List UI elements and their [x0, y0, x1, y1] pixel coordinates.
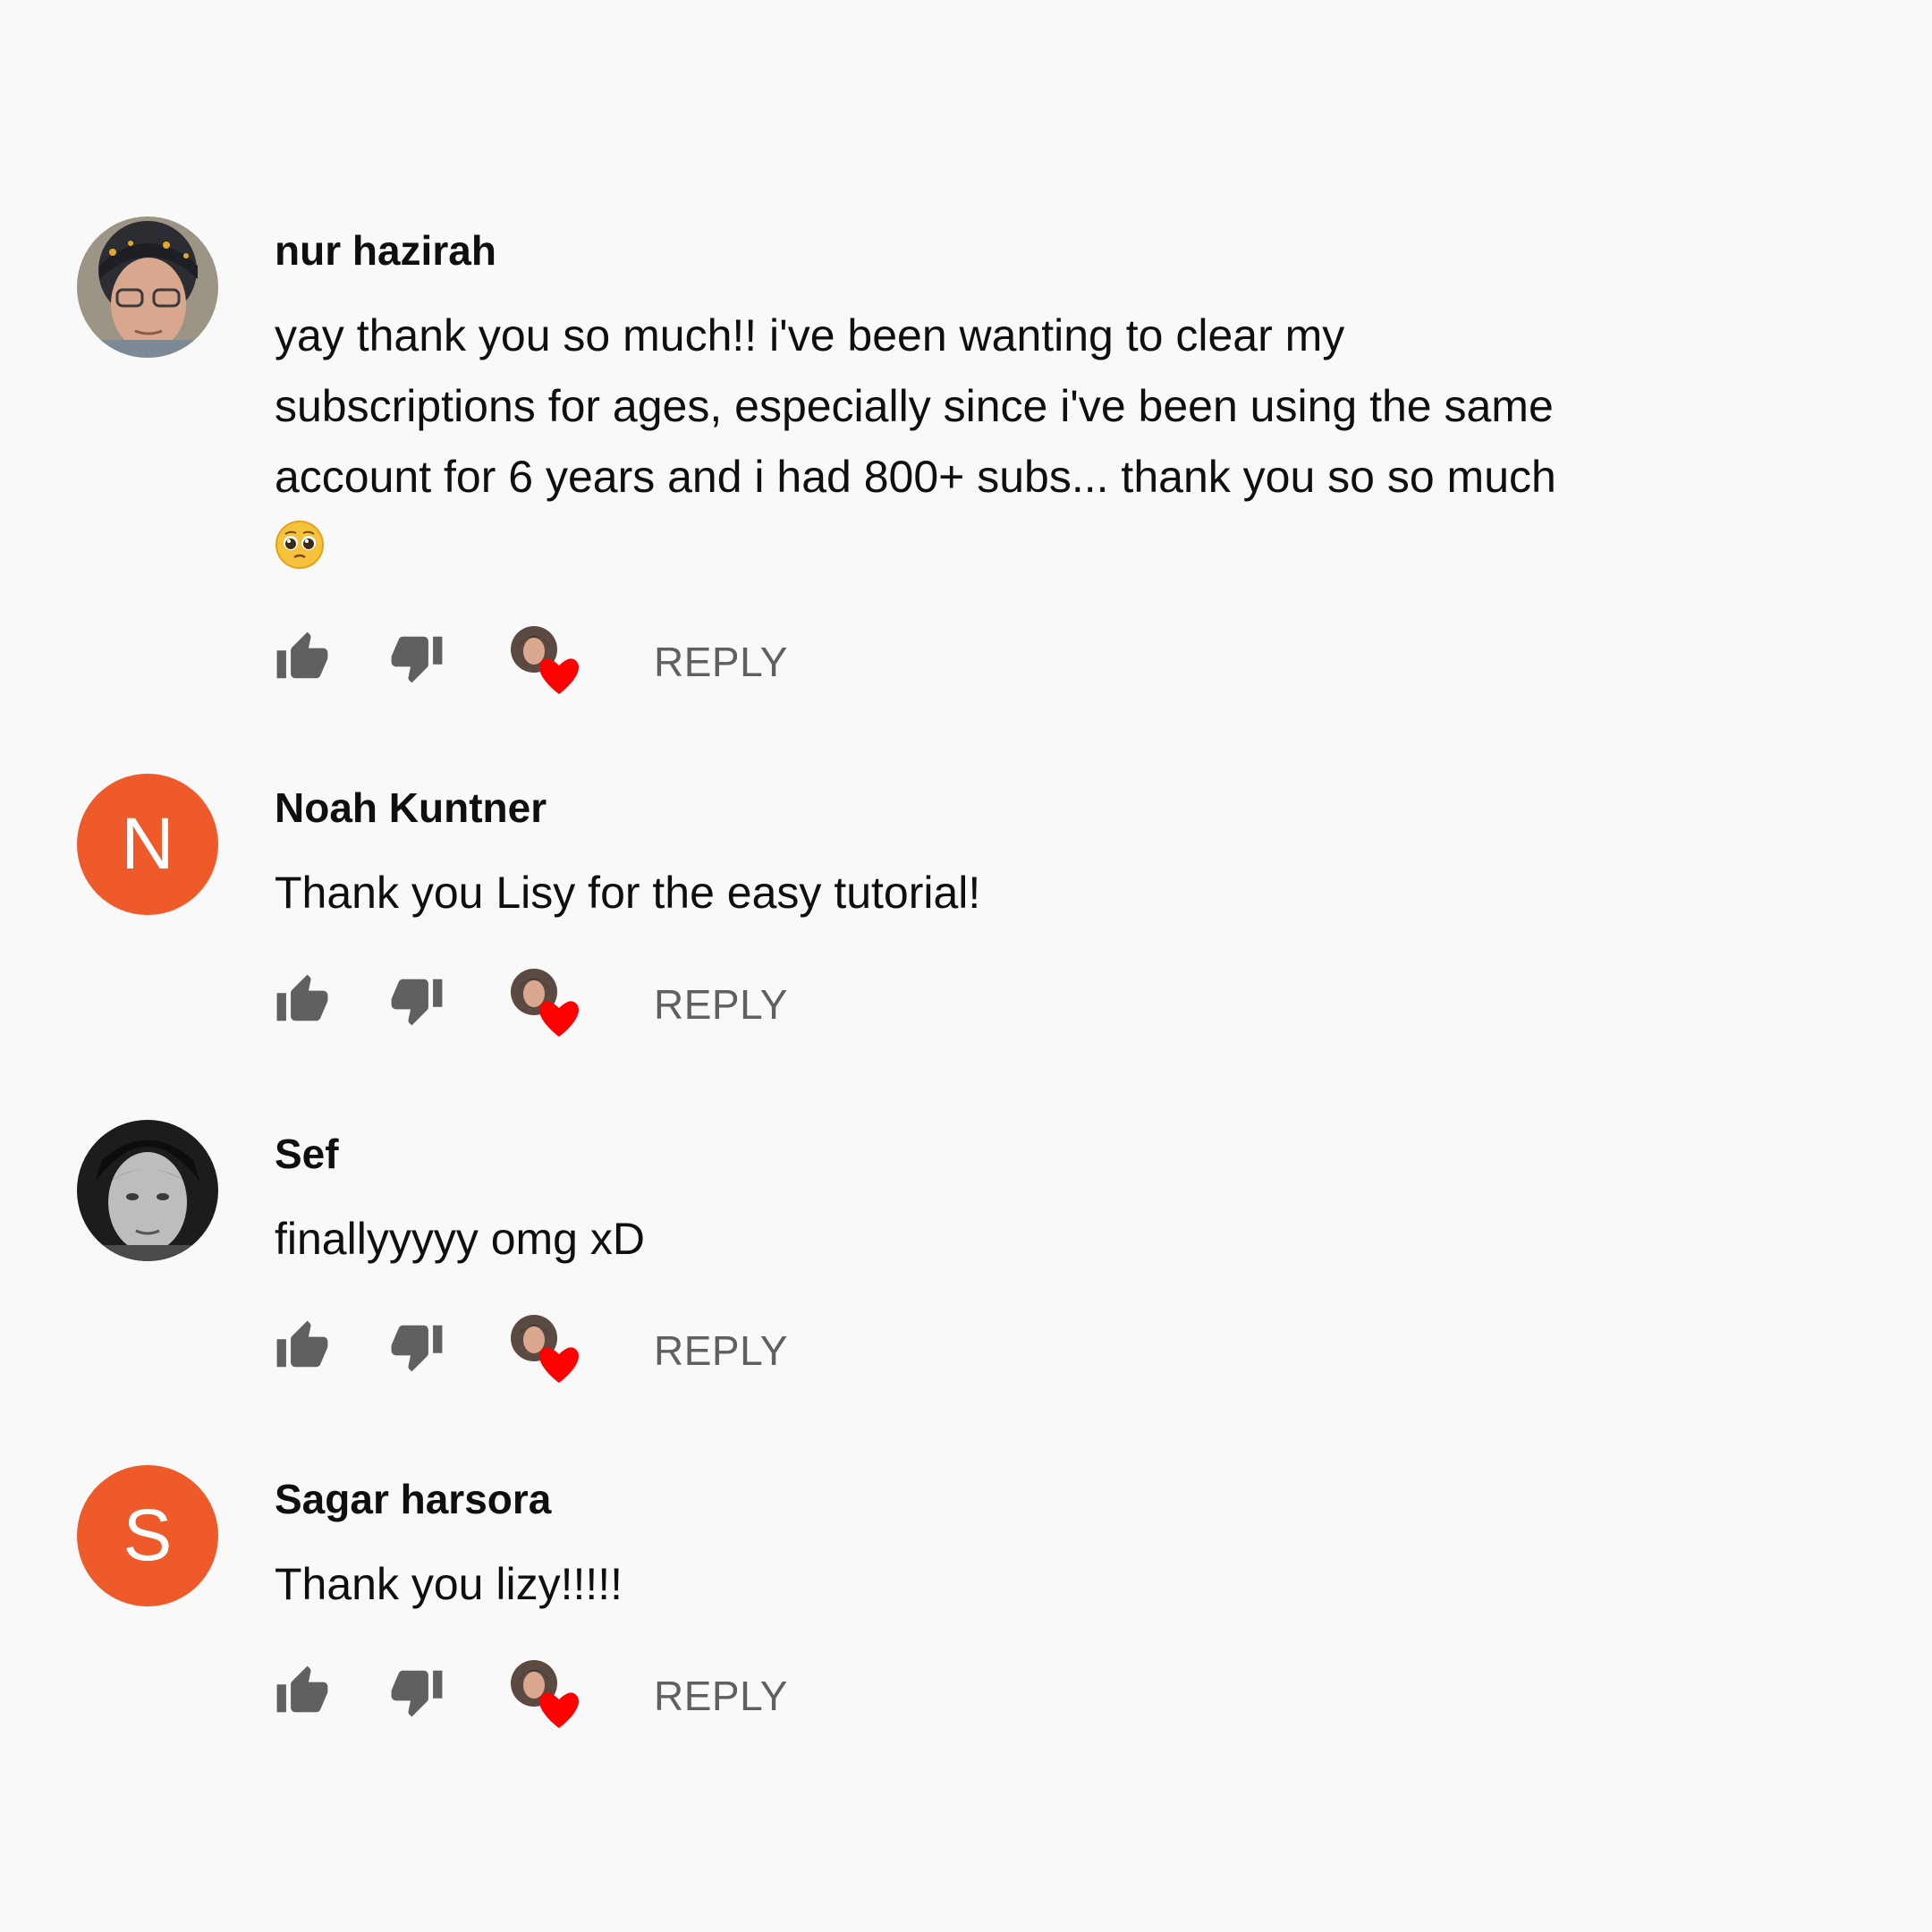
reply-button[interactable]: REPLY	[654, 637, 788, 687]
avatar-photo-sef	[77, 1120, 218, 1261]
comment-text: finallyyyyy omg xD	[275, 1214, 645, 1264]
avatar[interactable]: N	[77, 774, 218, 915]
comment-author[interactable]: Noah Kuntner	[275, 783, 547, 833]
avatar[interactable]	[77, 216, 218, 358]
comment-actions: REPLY	[275, 1660, 901, 1728]
avatar-photo-nur-hazirah	[77, 216, 218, 358]
comment-text-body: yay thank you so much!! i've been wantin…	[275, 310, 1556, 502]
comment-actions: REPLY	[275, 969, 901, 1037]
comment-actions: REPLY	[275, 1315, 901, 1383]
avatar-letter: N	[121, 803, 174, 885]
avatar[interactable]: S	[77, 1465, 218, 1606]
thumbs-down-icon[interactable]	[389, 1318, 445, 1374]
reply-button[interactable]: REPLY	[654, 1671, 788, 1721]
thumbs-up-icon[interactable]	[275, 972, 330, 1028]
pleading-face-emoji-icon	[275, 520, 325, 570]
creator-heart-icon	[509, 1658, 584, 1733]
thumbs-down-icon[interactable]	[389, 972, 445, 1028]
comment-text: Thank you Lisy for the easy tutorial!	[275, 868, 981, 918]
comment-author[interactable]: Sef	[275, 1129, 339, 1179]
comment-author[interactable]: Sagar harsora	[275, 1474, 551, 1524]
thumbs-up-icon[interactable]	[275, 1318, 330, 1374]
avatar[interactable]	[77, 1120, 218, 1261]
thumbs-up-icon[interactable]	[275, 630, 330, 685]
comment-text: yay thank you so much!! i've been wantin…	[275, 301, 1706, 583]
comment-text: Thank you lizy!!!!!	[275, 1559, 623, 1609]
reply-button[interactable]: REPLY	[654, 1326, 788, 1376]
comments-section: nur hazirah yay thank you so much!! i've…	[0, 0, 1932, 1932]
avatar-letter: S	[123, 1495, 173, 1576]
comment-actions: REPLY	[275, 626, 901, 694]
thumbs-down-icon[interactable]	[389, 630, 445, 685]
creator-heart-icon	[509, 624, 584, 699]
creator-heart-icon	[509, 967, 584, 1042]
comment-author[interactable]: nur hazirah	[275, 225, 496, 275]
thumbs-down-icon[interactable]	[389, 1664, 445, 1719]
reply-button[interactable]: REPLY	[654, 979, 788, 1030]
creator-heart-icon	[509, 1313, 584, 1388]
thumbs-up-icon[interactable]	[275, 1664, 330, 1719]
